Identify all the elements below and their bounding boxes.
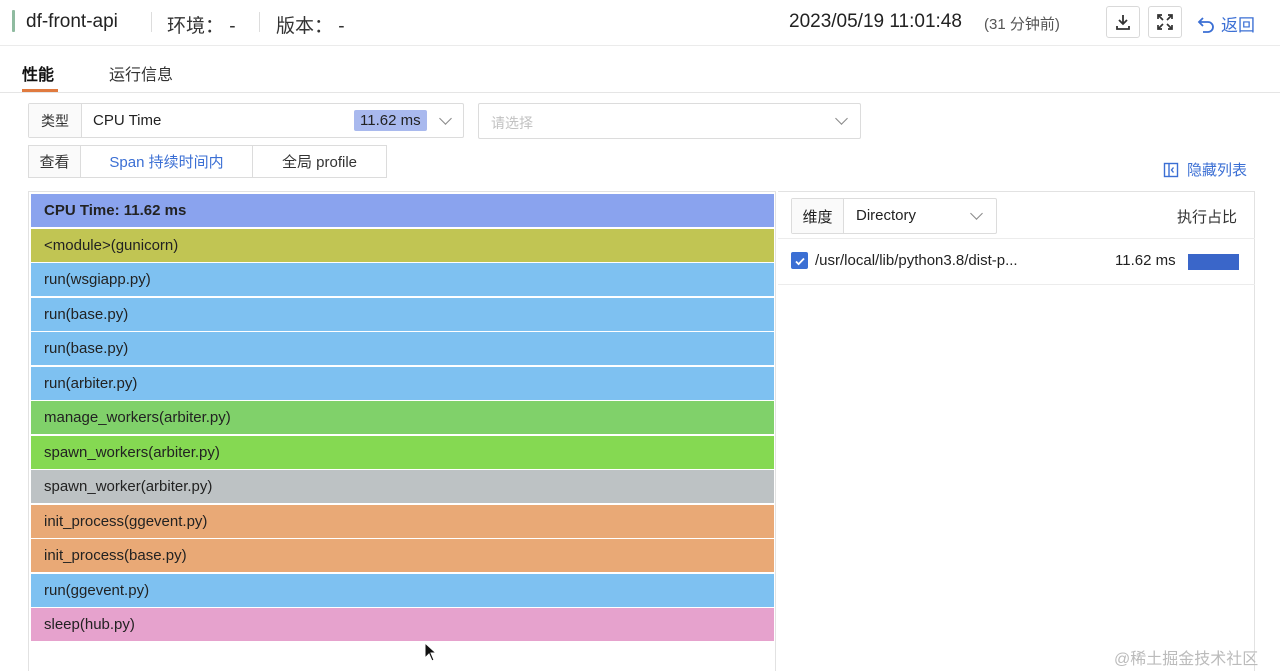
timestamp: 2023/05/19 11:01:48 (789, 11, 962, 32)
tab-performance[interactable]: 性能 (22, 61, 54, 85)
checkmark-icon (794, 257, 805, 265)
flame-frame[interactable]: run(arbiter.py) (31, 366, 774, 400)
row-checkbox[interactable] (791, 252, 808, 269)
hide-list-button[interactable]: 隐藏列表 (1163, 159, 1247, 180)
type-duration-badge: 11.62 ms (354, 110, 427, 131)
back-label: 返回 (1221, 16, 1255, 35)
flame-frame[interactable]: sleep(hub.py) (31, 608, 774, 641)
app-name: df-front-api (26, 11, 118, 32)
tab-bar: 性能 运行信息 (0, 47, 1280, 93)
view-option-span-duration[interactable]: Span 持续时间内 (80, 145, 253, 178)
dimension-value: Directory (856, 207, 917, 224)
version-label: 版本： - (276, 16, 345, 37)
flame-frame[interactable]: spawn_workers(arbiter.py) (31, 435, 774, 469)
type-label: 类型 (29, 104, 82, 137)
list-item[interactable]: /usr/local/lib/python3.8/dist-p... 11.62… (778, 239, 1255, 285)
title-accent-bar (12, 10, 15, 32)
mouse-cursor-icon (424, 642, 438, 662)
view-label: 查看 (28, 145, 81, 178)
top-header: df-front-api 环境： - 版本： - 2023/05/19 11:0… (0, 0, 1280, 46)
flame-frame[interactable]: manage_workers(arbiter.py) (31, 401, 774, 434)
flame-root-frame[interactable]: CPU Time: 11.62 ms (31, 194, 774, 227)
flame-frame[interactable]: <module>(gunicorn) (31, 228, 774, 262)
download-button[interactable] (1106, 6, 1140, 38)
flame-frame[interactable]: run(base.py) (31, 332, 774, 365)
fullscreen-icon (1157, 14, 1173, 30)
ratio-header: 执行占比 (1177, 209, 1238, 226)
fullscreen-button[interactable] (1148, 6, 1182, 38)
chevron-down-icon (439, 112, 452, 125)
divider (151, 12, 152, 32)
row-duration: 11.62 ms (1115, 252, 1176, 269)
flame-frame[interactable]: run(ggevent.py) (31, 573, 774, 607)
dimension-label: 维度 (792, 199, 844, 233)
flame-graph: CPU Time: 11.62 ms <module>(gunicorn) run(… (28, 191, 776, 671)
time-ago: (31 分钟前) (984, 16, 1060, 33)
chevron-down-icon (970, 207, 983, 220)
flame-frame[interactable]: run(wsgiapp.py) (31, 263, 774, 296)
type-select[interactable]: 类型 CPU Time 11.62 ms (28, 103, 464, 138)
select-placeholder: 请选择 (491, 115, 533, 131)
secondary-select[interactable]: 请选择 (478, 103, 861, 139)
back-icon (1197, 16, 1214, 33)
download-icon (1116, 15, 1130, 30)
view-toggle: 查看 Span 持续时间内 全局 profile (28, 145, 387, 180)
ratio-bar (1188, 254, 1239, 270)
directory-path: /usr/local/lib/python3.8/dist-p... (815, 252, 1018, 269)
collapse-panel-icon (1163, 162, 1179, 177)
back-button[interactable]: 返回 (1197, 11, 1255, 36)
chevron-down-icon (835, 112, 848, 125)
hide-list-label: 隐藏列表 (1187, 162, 1248, 179)
flame-frame[interactable]: spawn_worker(arbiter.py) (31, 470, 774, 503)
flame-frame[interactable]: init_process(base.py) (31, 539, 774, 572)
watermark: @稀土掘金技术社区 (1114, 651, 1259, 668)
divider (259, 12, 260, 32)
active-tab-indicator (22, 89, 58, 92)
type-value: CPU Time (93, 112, 162, 129)
view-option-global-profile[interactable]: 全局 profile (252, 145, 387, 178)
dimension-panel: 维度 Directory 执行占比 /usr/local/lib/python3… (778, 191, 1255, 671)
env-label: 环境： - (167, 16, 236, 37)
tab-runtime-info[interactable]: 运行信息 (109, 61, 173, 85)
dimension-select[interactable]: 维度 Directory (791, 198, 997, 234)
flame-frame[interactable]: init_process(ggevent.py) (31, 504, 774, 538)
flame-frame[interactable]: run(base.py) (31, 297, 774, 331)
